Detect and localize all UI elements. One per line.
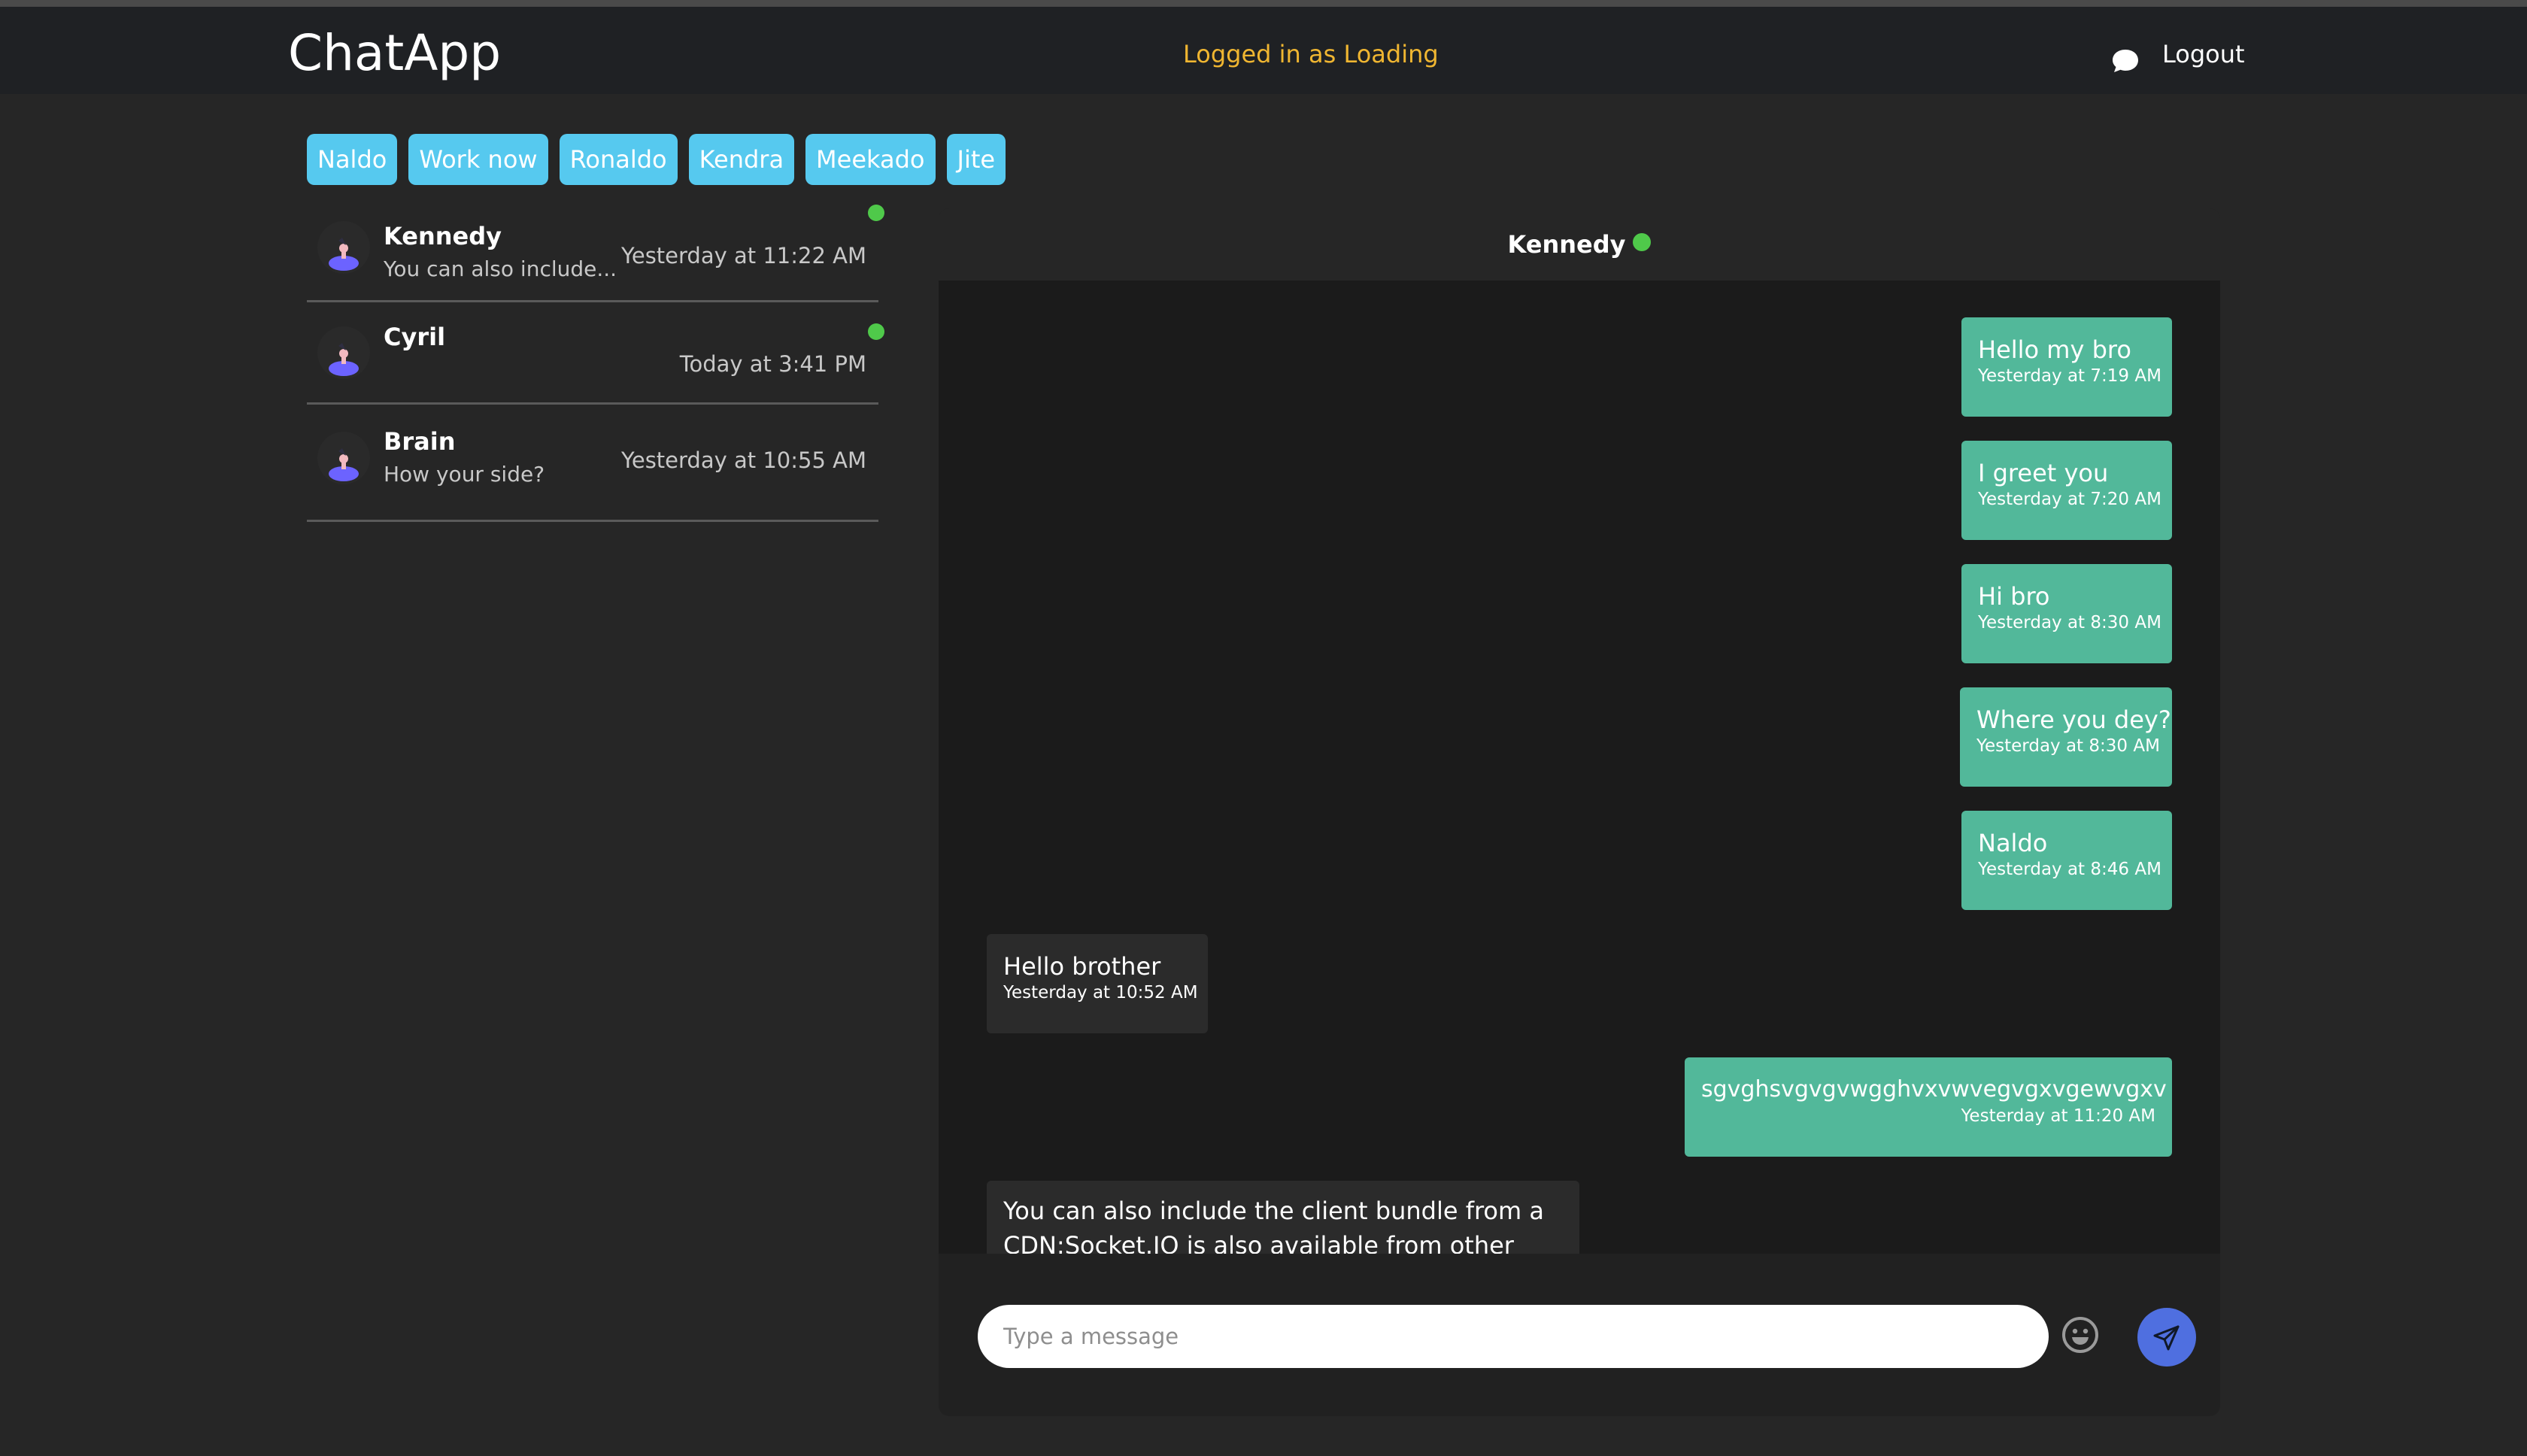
message-time: Yesterday at 7:20 AM bbox=[1978, 490, 2161, 509]
message-time: Yesterday at 10:52 AM bbox=[1003, 983, 1198, 1003]
message-time: Yesterday at 8:30 AM bbox=[1976, 736, 2160, 756]
chat-panel: Kennedy Hello my bro Yesterday at 7:19 A… bbox=[939, 208, 2220, 1416]
conversation-time: Yesterday at 10:55 AM bbox=[620, 447, 866, 473]
navbar: ChatApp Logged in as Loading Logout bbox=[0, 7, 2527, 94]
conversation-item[interactable]: Cyril Today at 3:41 PM bbox=[307, 302, 884, 405]
conversation-item[interactable]: Brain How your side? Yesterday at 10:55 … bbox=[307, 405, 878, 522]
conversation-preview: How your side? bbox=[384, 462, 545, 487]
message-composer bbox=[939, 1284, 2220, 1416]
message-time: Yesterday at 8:46 AM bbox=[1978, 860, 2161, 879]
room-chip[interactable]: Naldo bbox=[307, 134, 398, 185]
message-bubble: Hi bro Yesterday at 8:30 AM bbox=[1961, 564, 2172, 663]
conversation-preview: You can also include... bbox=[384, 256, 617, 281]
conversation-name: Cyril bbox=[384, 323, 446, 351]
message-text: Naldo bbox=[1978, 829, 2048, 857]
room-chip[interactable]: Meekado bbox=[805, 134, 936, 185]
logout-button[interactable]: Logout bbox=[2162, 35, 2245, 73]
message-bubble: You can also include the client bundle f… bbox=[987, 1181, 1579, 1254]
room-chips: Naldo Work now Ronaldo Kendra Meekado Ji… bbox=[307, 134, 1006, 185]
message-text: sgvghsvgvgvwgghvxvwvegvgxvgewvgxv bbox=[1701, 1076, 2167, 1103]
paper-plane-icon bbox=[2153, 1325, 2180, 1351]
conversation-name: Brain bbox=[384, 427, 456, 456]
message-text: You can also include the client bundle f… bbox=[1003, 1197, 1544, 1254]
conversation-item[interactable]: Kennedy You can also include... Yesterda… bbox=[307, 197, 884, 302]
message-bubble: Where you dey? Yesterday at 8:30 AM bbox=[1960, 687, 2172, 787]
conversation-time: Yesterday at 11:22 AM bbox=[620, 243, 866, 268]
send-button[interactable] bbox=[2137, 1308, 2196, 1367]
speech-bubble-icon bbox=[2113, 50, 2138, 72]
message-text: Hello my bro bbox=[1978, 335, 2131, 364]
user-avatar-icon bbox=[329, 238, 359, 271]
login-status: Logged in as Loading bbox=[1183, 40, 1439, 68]
online-indicator bbox=[1633, 233, 1652, 251]
chat-header: Kennedy bbox=[939, 208, 2220, 281]
room-chip[interactable]: Kendra bbox=[688, 134, 795, 185]
message-bubble: I greet you Yesterday at 7:20 AM bbox=[1961, 441, 2172, 540]
message-input[interactable] bbox=[978, 1305, 2049, 1368]
room-chip[interactable]: Ronaldo bbox=[559, 134, 678, 185]
message-text: Hello brother bbox=[1003, 952, 1161, 981]
message-text: Where you dey? bbox=[1976, 705, 2171, 734]
online-indicator bbox=[868, 323, 884, 340]
conversation-time: Today at 3:41 PM bbox=[679, 351, 866, 377]
message-time: Yesterday at 8:30 AM bbox=[1978, 613, 2161, 632]
room-chip[interactable]: Jite bbox=[946, 134, 1006, 185]
smiley-face-icon[interactable] bbox=[2059, 1314, 2101, 1356]
user-avatar-icon bbox=[329, 343, 359, 376]
message-text: Hi bro bbox=[1978, 582, 2050, 611]
message-bubble: Hello brother Yesterday at 10:52 AM bbox=[987, 934, 1208, 1033]
avatar bbox=[317, 221, 370, 274]
message-bubble: sgvghsvgvgvwgghvxvwvegvgxvgewvgxv Yester… bbox=[1685, 1057, 2172, 1157]
message-time: Yesterday at 7:19 AM bbox=[1978, 366, 2161, 386]
online-indicator bbox=[868, 205, 884, 221]
avatar bbox=[317, 326, 370, 379]
conversation-list: Kennedy You can also include... Yesterda… bbox=[307, 197, 884, 522]
app-brand[interactable]: ChatApp bbox=[288, 16, 501, 91]
window-top-edge bbox=[0, 0, 2527, 7]
chat-title: Kennedy bbox=[1507, 230, 1626, 259]
room-chip[interactable]: Work now bbox=[408, 134, 548, 185]
conversation-name: Kennedy bbox=[384, 222, 502, 250]
user-avatar-icon bbox=[329, 448, 359, 481]
message-bubble: Naldo Yesterday at 8:46 AM bbox=[1961, 811, 2172, 910]
message-list[interactable]: Hello my bro Yesterday at 7:19 AM I gree… bbox=[939, 281, 2220, 1254]
message-text: I greet you bbox=[1978, 459, 2109, 487]
avatar bbox=[317, 432, 370, 484]
message-bubble: Hello my bro Yesterday at 7:19 AM bbox=[1961, 317, 2172, 417]
message-time: Yesterday at 11:20 AM bbox=[1961, 1106, 2155, 1126]
